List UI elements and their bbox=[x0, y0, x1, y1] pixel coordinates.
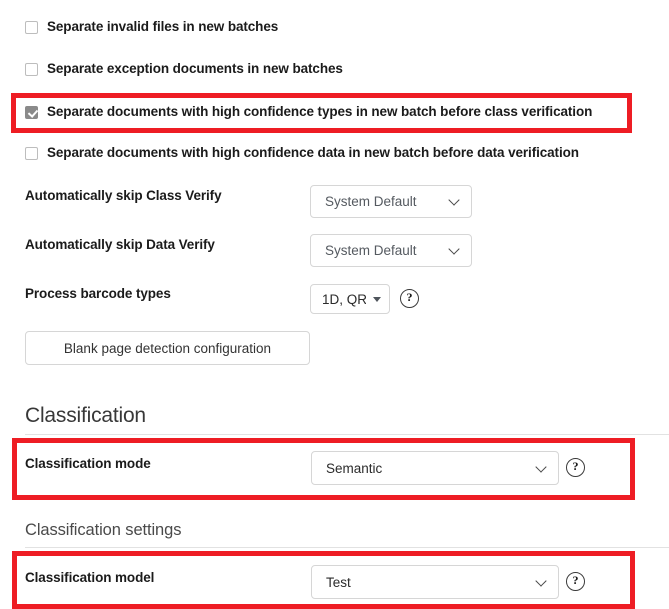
select-classification-model[interactable]: Test bbox=[311, 565, 559, 599]
checkbox-label-separate-high-confidence-data: Separate documents with high confidence … bbox=[47, 145, 579, 161]
select-value-classification-model: Test bbox=[326, 575, 529, 590]
help-icon-classification-model[interactable]: ? bbox=[566, 572, 585, 591]
chevron-down-icon bbox=[537, 577, 548, 588]
section-heading-classification: Classification bbox=[25, 404, 146, 428]
label-skip-data-verify: Automatically skip Data Verify bbox=[25, 237, 215, 253]
label-classification-model: Classification model bbox=[25, 570, 154, 586]
checkbox-row-separate-high-confidence-data[interactable]: Separate documents with high confidence … bbox=[25, 145, 579, 161]
dropdown-value-process-barcode-types: 1D, QR bbox=[322, 292, 366, 307]
checkbox-row-separate-invalid-files[interactable]: Separate invalid files in new batches bbox=[25, 19, 278, 35]
subsection-heading-classification-settings: Classification settings bbox=[25, 521, 181, 540]
dropdown-process-barcode-types[interactable]: 1D, QR bbox=[310, 284, 390, 314]
help-icon-classification-mode[interactable]: ? bbox=[566, 458, 585, 477]
chevron-down-icon bbox=[450, 245, 461, 256]
help-icon-process-barcode-types[interactable]: ? bbox=[400, 289, 419, 308]
caret-down-icon bbox=[373, 297, 381, 302]
checkbox-row-separate-exception-documents[interactable]: Separate exception documents in new batc… bbox=[25, 61, 343, 77]
label-process-barcode-types: Process barcode types bbox=[25, 286, 171, 302]
checkbox-label-separate-exception-documents: Separate exception documents in new batc… bbox=[47, 61, 343, 77]
blank-page-detection-configuration-button[interactable]: Blank page detection configuration bbox=[25, 331, 310, 365]
select-value-skip-class-verify: System Default bbox=[325, 194, 442, 209]
select-value-classification-mode: Semantic bbox=[326, 461, 529, 476]
select-value-skip-data-verify: System Default bbox=[325, 243, 442, 258]
label-skip-class-verify: Automatically skip Class Verify bbox=[25, 188, 222, 204]
checkbox-separate-high-confidence-types[interactable] bbox=[25, 106, 38, 119]
checkbox-separate-invalid-files[interactable] bbox=[25, 21, 38, 34]
checkbox-separate-exception-documents[interactable] bbox=[25, 63, 38, 76]
checkbox-label-separate-invalid-files: Separate invalid files in new batches bbox=[47, 19, 278, 35]
divider-classification bbox=[25, 434, 669, 435]
label-classification-mode: Classification mode bbox=[25, 456, 151, 472]
select-skip-class-verify[interactable]: System Default bbox=[310, 185, 472, 218]
checkbox-separate-high-confidence-data[interactable] bbox=[25, 147, 38, 160]
settings-page: Separate invalid files in new batches Se… bbox=[0, 0, 669, 609]
checkbox-label-separate-high-confidence-types: Separate documents with high confidence … bbox=[47, 104, 592, 120]
checkbox-row-separate-high-confidence-types[interactable]: Separate documents with high confidence … bbox=[25, 104, 592, 120]
chevron-down-icon bbox=[537, 463, 548, 474]
chevron-down-icon bbox=[450, 196, 461, 207]
select-classification-mode[interactable]: Semantic bbox=[311, 451, 559, 485]
divider-classification-settings bbox=[25, 547, 669, 548]
select-skip-data-verify[interactable]: System Default bbox=[310, 234, 472, 267]
